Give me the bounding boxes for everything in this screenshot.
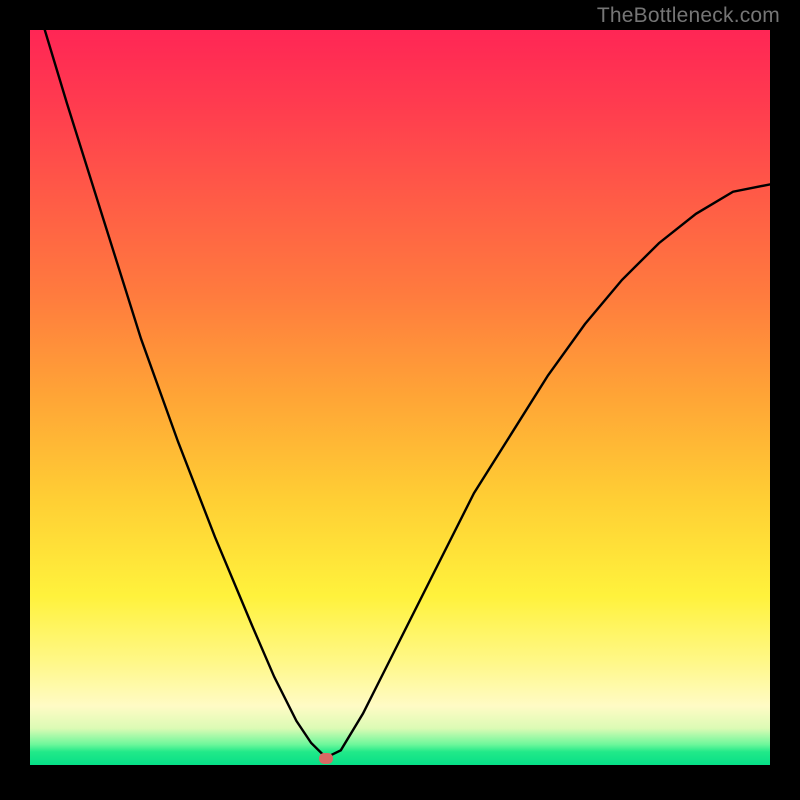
watermark-text: TheBottleneck.com (597, 4, 780, 28)
bottleneck-curve (30, 30, 770, 765)
optimum-marker (319, 753, 333, 764)
chart-frame: TheBottleneck.com (0, 0, 800, 800)
